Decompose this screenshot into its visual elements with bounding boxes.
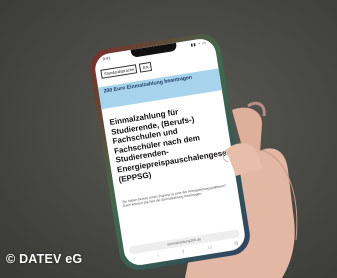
photo: 9:41 ▮▮ ◔ ▭ Standardsprache EN 200 Euro … (0, 0, 337, 278)
thumb (222, 143, 262, 176)
photo-credit: © DATEV eG (6, 252, 83, 266)
